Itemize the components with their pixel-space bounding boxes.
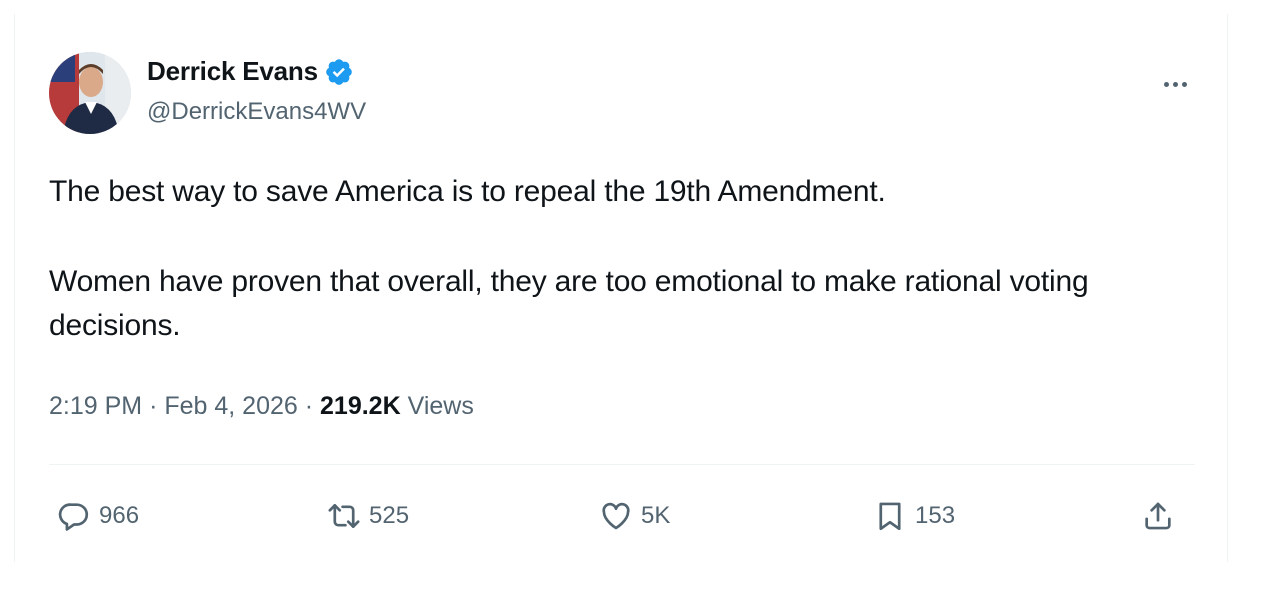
meta-separator: · <box>304 392 314 420</box>
tweet-time[interactable]: 2:19 PM <box>49 392 142 420</box>
tweet-text: The best way to save America is to repea… <box>49 170 1209 348</box>
more-dot-icon <box>1172 81 1178 87</box>
tweet-card: Derrick Evans @DerrickEvans4WV The best … <box>14 14 1228 562</box>
more-dot-icon <box>1181 81 1187 87</box>
repost-icon <box>328 504 360 528</box>
share-button[interactable] <box>1141 496 1175 536</box>
profile-photo-icon <box>49 52 131 134</box>
reply-icon <box>58 503 89 531</box>
views-count[interactable]: 219.2K <box>320 392 401 420</box>
tweet-date[interactable]: Feb 4, 2026 <box>164 392 297 420</box>
author-handle[interactable]: @DerrickEvans4WV <box>147 98 366 126</box>
bookmark-icon <box>879 502 901 531</box>
avatar[interactable] <box>49 52 131 134</box>
like-button[interactable]: 5K <box>599 496 670 536</box>
tweet-paragraph: The best way to save America is to repea… <box>49 175 886 208</box>
author-display-name[interactable]: Derrick Evans <box>147 56 318 87</box>
tweet-meta: 2:19 PM · Feb 4, 2026 · 219.2K Views <box>49 392 474 421</box>
more-dot-icon <box>1163 81 1169 87</box>
meta-separator: · <box>149 392 158 420</box>
share-icon <box>1145 502 1171 530</box>
repost-button[interactable]: 525 <box>327 496 409 536</box>
like-count: 5K <box>641 502 671 529</box>
heart-icon <box>602 502 630 530</box>
tweet-paragraph: Women have proven that overall, they are… <box>49 265 1089 342</box>
bookmark-button[interactable]: 153 <box>873 496 955 536</box>
verified-badge-icon <box>326 58 352 85</box>
author-name-row: Derrick Evans <box>147 56 354 87</box>
reply-count: 966 <box>99 502 140 529</box>
reply-button[interactable]: 966 <box>57 496 139 536</box>
divider <box>49 464 1195 465</box>
more-options-button[interactable] <box>1155 70 1195 98</box>
repost-count: 525 <box>369 502 410 529</box>
bookmark-count: 153 <box>915 502 956 529</box>
views-label[interactable]: Views <box>408 392 474 420</box>
